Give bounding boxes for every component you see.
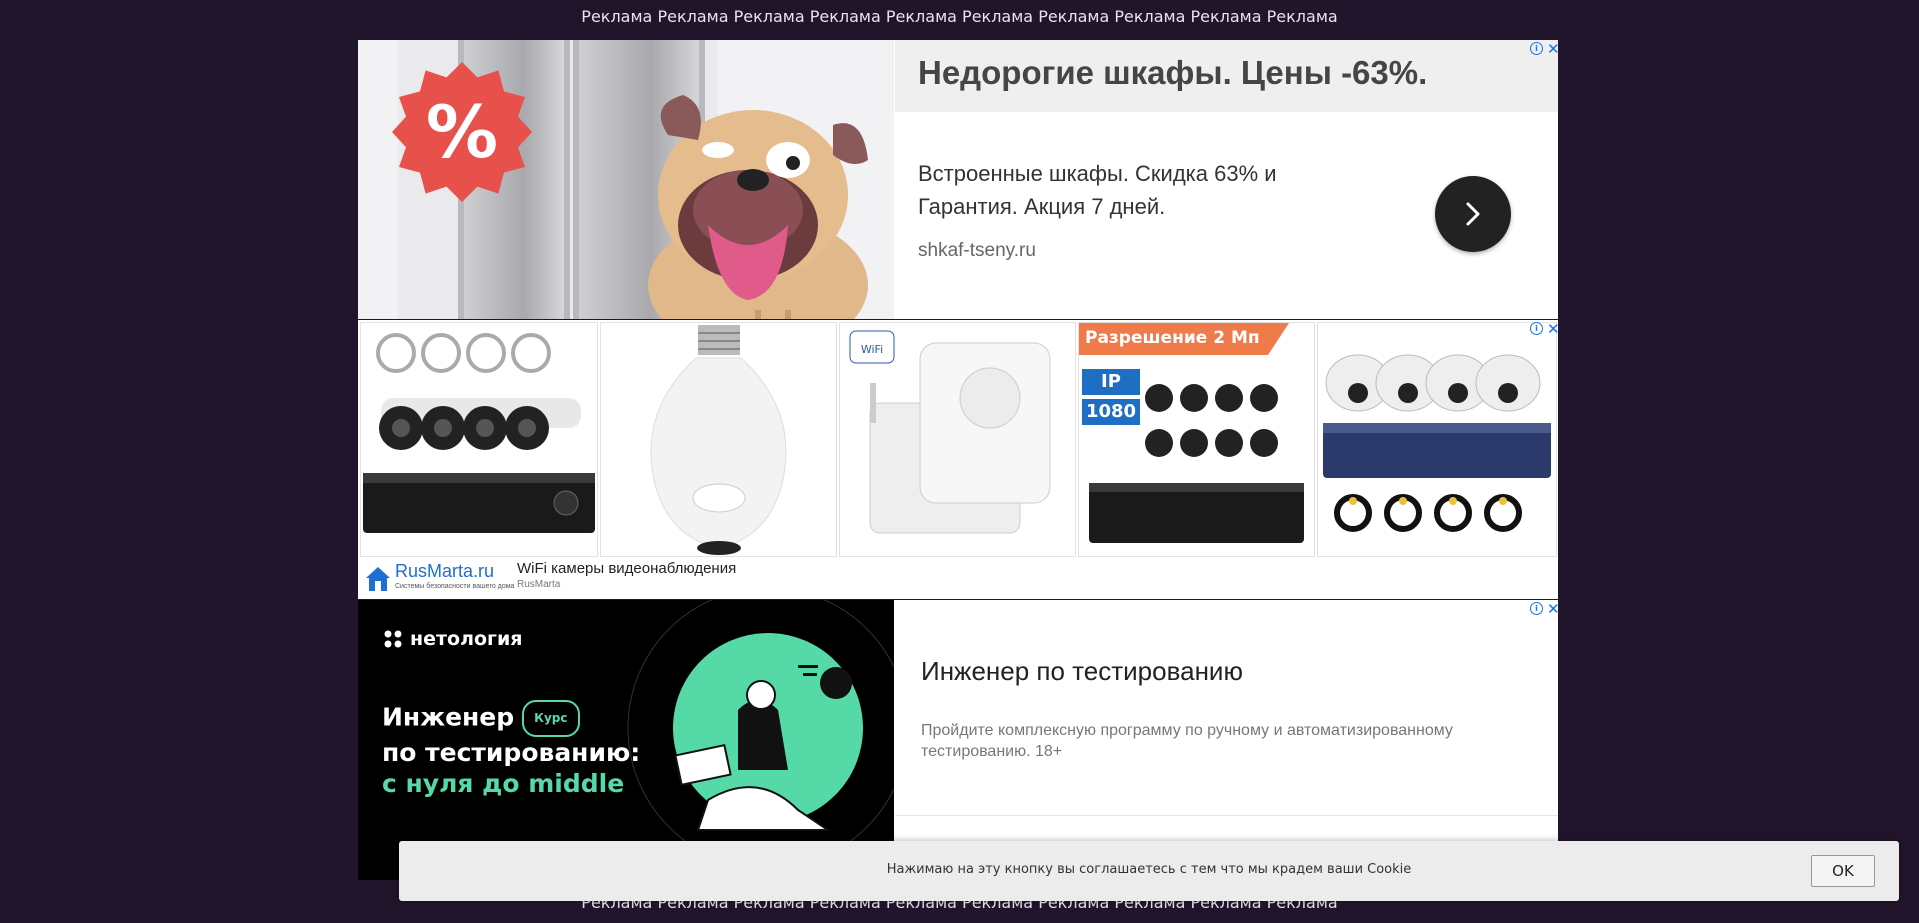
rusmarta-tagline: Системы безопасности вашего дома (395, 583, 515, 590)
top-ad-banner-text: Реклама Реклама Реклама Реклама Реклама … (581, 7, 1338, 26)
divider (895, 815, 1558, 816)
headline-line-1: Инженер (382, 702, 515, 732)
ad-headline[interactable]: Недорогие шкафы. Цены -63%. (918, 54, 1427, 92)
ip-camera-kit-image (1089, 384, 1304, 543)
netology-brand: нетология (384, 628, 523, 650)
headline-line-3: с нуля до middle (382, 769, 625, 798)
info-icon[interactable]: i (1530, 42, 1543, 55)
rusmarta-logo-text: RusMarta.ru (395, 561, 495, 581)
bulb-camera-image (650, 325, 787, 555)
ad-open-button[interactable] (1435, 176, 1511, 252)
ad-headline[interactable]: Инженер по тестированию (921, 656, 1243, 687)
dome-camera-kit-image (1323, 354, 1551, 532)
info-icon[interactable]: i (1530, 602, 1543, 615)
adchoices-control[interactable]: i ✕ (1530, 321, 1558, 336)
netology-headline: Инженер Курс по тестированию: с нуля до m… (382, 700, 640, 799)
wifi-tag-text: WiFi (861, 343, 883, 356)
cctv-ad[interactable]: i ✕ WiFi Разрешение 2 Мп IP 1080 RusMart… (358, 320, 1558, 599)
headline-line-2: по тестированию: (382, 738, 641, 767)
wardrobe-ad[interactable]: % i ✕ Недорогие шкафы. Цены -63%. Встрое… (358, 40, 1558, 319)
netology-ad[interactable]: нетология Инженер Курс по тестированию: с… (358, 600, 1558, 880)
resolution-1080-tag: 1080 (1082, 399, 1140, 425)
product-tile-wifi-plug[interactable]: WiFi (839, 322, 1076, 557)
ad-description: Пройдите комплексную программу по ручном… (921, 722, 1453, 760)
ad-advertiser: RusMarta (517, 579, 561, 590)
netology-ad-image[interactable]: нетология Инженер Курс по тестированию: с… (358, 600, 894, 880)
product-tile-bulb-camera[interactable] (600, 322, 837, 557)
wardrobe-ad-image[interactable]: % (358, 40, 894, 319)
ip-tag: IP (1082, 369, 1140, 395)
product-tile-camera-kit[interactable] (360, 322, 598, 557)
course-badge: Курс (522, 700, 580, 737)
ad-description: Встроенные шкафы. Скидка 63% и Гарантия.… (918, 161, 1277, 219)
cookie-ok-button[interactable]: OK (1811, 855, 1875, 887)
ad-display-url[interactable]: shkaf-tseny.ru (918, 240, 1036, 262)
close-icon[interactable]: ✕ (1547, 601, 1558, 616)
close-icon[interactable]: ✕ (1547, 321, 1558, 336)
camera-kit-image (363, 333, 595, 533)
product-tile-ip-camera-kit[interactable]: Разрешение 2 Мп IP 1080 (1078, 322, 1315, 557)
resolution-tag-text: Разрешение 2 Мп (1085, 328, 1260, 348)
pug-illustration (648, 95, 868, 319)
close-icon[interactable]: ✕ (1547, 41, 1558, 56)
resolution-tag: Разрешение 2 Мп (1079, 323, 1289, 355)
netology-logo-icon (384, 630, 402, 648)
cookie-consent-text: Нажимаю на эту кнопку вы соглашаетесь с … (886, 862, 1412, 877)
ad-headline[interactable]: WiFi камеры видеонаблюдения (517, 560, 736, 577)
info-icon[interactable]: i (1530, 322, 1543, 335)
chevron-right-icon (1466, 202, 1480, 226)
wifi-plug-image: WiFi (849, 330, 1051, 534)
discount-badge-symbol: % (425, 90, 499, 174)
netology-brand-text: нетология (410, 628, 523, 650)
cookie-consent-bar: Нажимаю на эту кнопку вы соглашаетесь с … (399, 841, 1899, 901)
product-tile-dome-camera-kit[interactable] (1317, 322, 1557, 557)
adchoices-control[interactable]: i ✕ (1530, 41, 1558, 56)
adchoices-control[interactable]: i ✕ (1530, 601, 1558, 616)
